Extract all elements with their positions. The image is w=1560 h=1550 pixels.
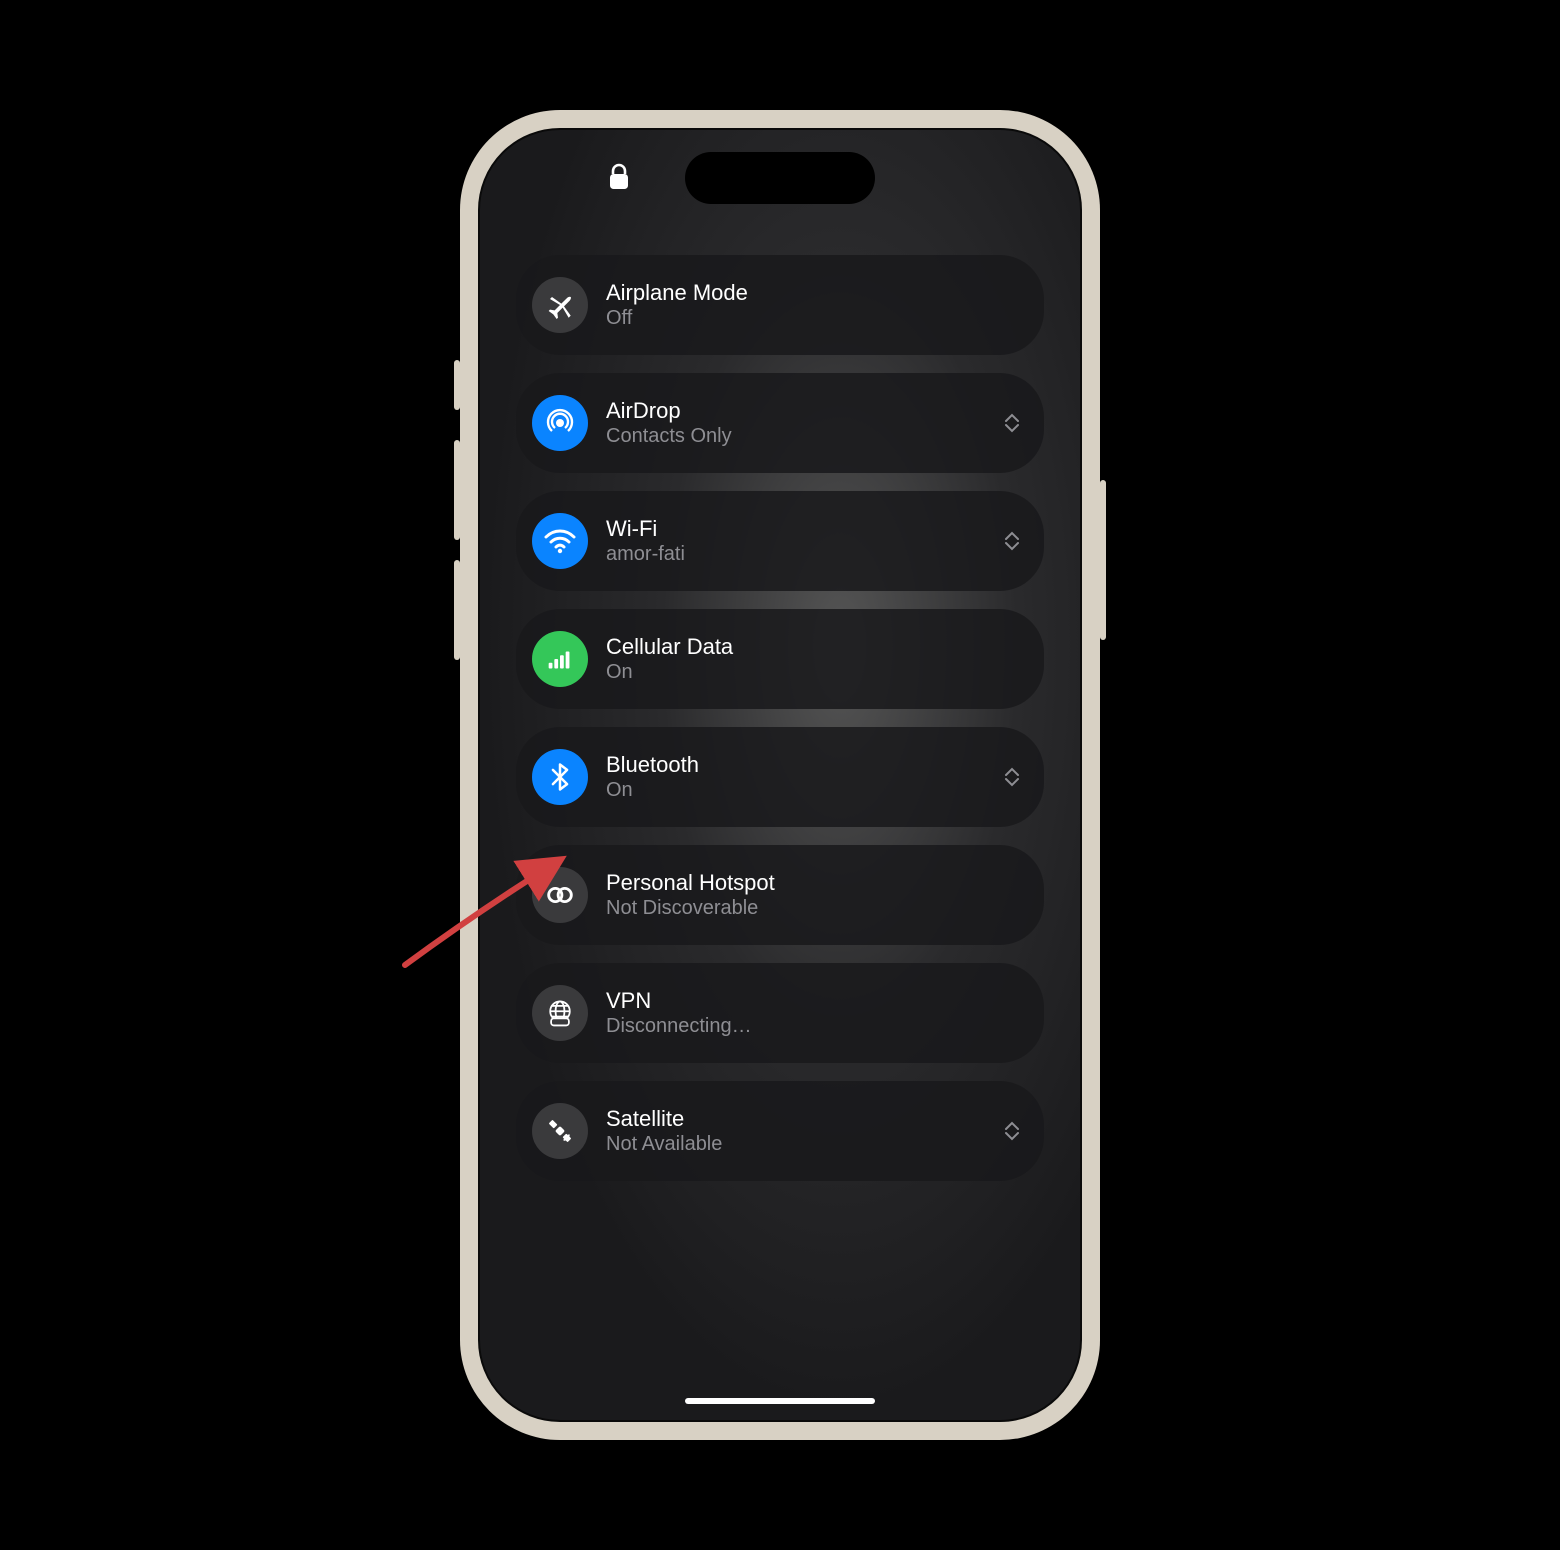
home-indicator[interactable] <box>685 1398 875 1404</box>
airdrop-status: Contacts Only <box>606 424 732 448</box>
bluetooth-title: Bluetooth <box>606 752 699 778</box>
airdrop-row[interactable]: AirDrop Contacts Only <box>516 373 1044 473</box>
silent-switch[interactable] <box>454 360 460 410</box>
expand-icon <box>1004 1121 1020 1141</box>
cellular-icon <box>532 631 588 687</box>
airplane-title: Airplane Mode <box>606 280 748 306</box>
hotspot-icon <box>532 867 588 923</box>
connectivity-controls-list: Airplane Mode Off AirDrop Contacts Only <box>480 255 1080 1181</box>
vpn-status: Disconnecting… <box>606 1014 752 1038</box>
satellite-title: Satellite <box>606 1106 722 1132</box>
screen: Airplane Mode Off AirDrop Contacts Only <box>478 128 1082 1422</box>
bluetooth-row[interactable]: Bluetooth On <box>516 727 1044 827</box>
cellular-status: On <box>606 660 733 684</box>
satellite-row[interactable]: Satellite Not Available <box>516 1081 1044 1181</box>
volume-up-button[interactable] <box>454 440 460 540</box>
wifi-title: Wi-Fi <box>606 516 685 542</box>
vpn-icon <box>532 985 588 1041</box>
airplane-icon <box>532 277 588 333</box>
hotspot-title: Personal Hotspot <box>606 870 775 896</box>
side-button[interactable] <box>1100 480 1106 640</box>
airplane-mode-row[interactable]: Airplane Mode Off <box>516 255 1044 355</box>
volume-down-button[interactable] <box>454 560 460 660</box>
satellite-icon <box>532 1103 588 1159</box>
expand-icon <box>1004 413 1020 433</box>
hotspot-status: Not Discoverable <box>606 896 775 920</box>
cellular-data-row[interactable]: Cellular Data On <box>516 609 1044 709</box>
expand-icon <box>1004 767 1020 787</box>
expand-icon <box>1004 531 1020 551</box>
wifi-icon <box>532 513 588 569</box>
phone-frame: Airplane Mode Off AirDrop Contacts Only <box>460 110 1100 1440</box>
airdrop-icon <box>532 395 588 451</box>
bluetooth-icon <box>532 749 588 805</box>
bluetooth-status: On <box>606 778 699 802</box>
wifi-row[interactable]: Wi-Fi amor-fati <box>516 491 1044 591</box>
dynamic-island <box>685 152 875 204</box>
cellular-title: Cellular Data <box>606 634 733 660</box>
vpn-row[interactable]: VPN Disconnecting… <box>516 963 1044 1063</box>
satellite-status: Not Available <box>606 1132 722 1156</box>
wifi-network-name: amor-fati <box>606 542 685 566</box>
lock-icon <box>608 163 630 196</box>
vpn-title: VPN <box>606 988 752 1014</box>
airplane-status: Off <box>606 306 748 330</box>
airdrop-title: AirDrop <box>606 398 732 424</box>
personal-hotspot-row[interactable]: Personal Hotspot Not Discoverable <box>516 845 1044 945</box>
